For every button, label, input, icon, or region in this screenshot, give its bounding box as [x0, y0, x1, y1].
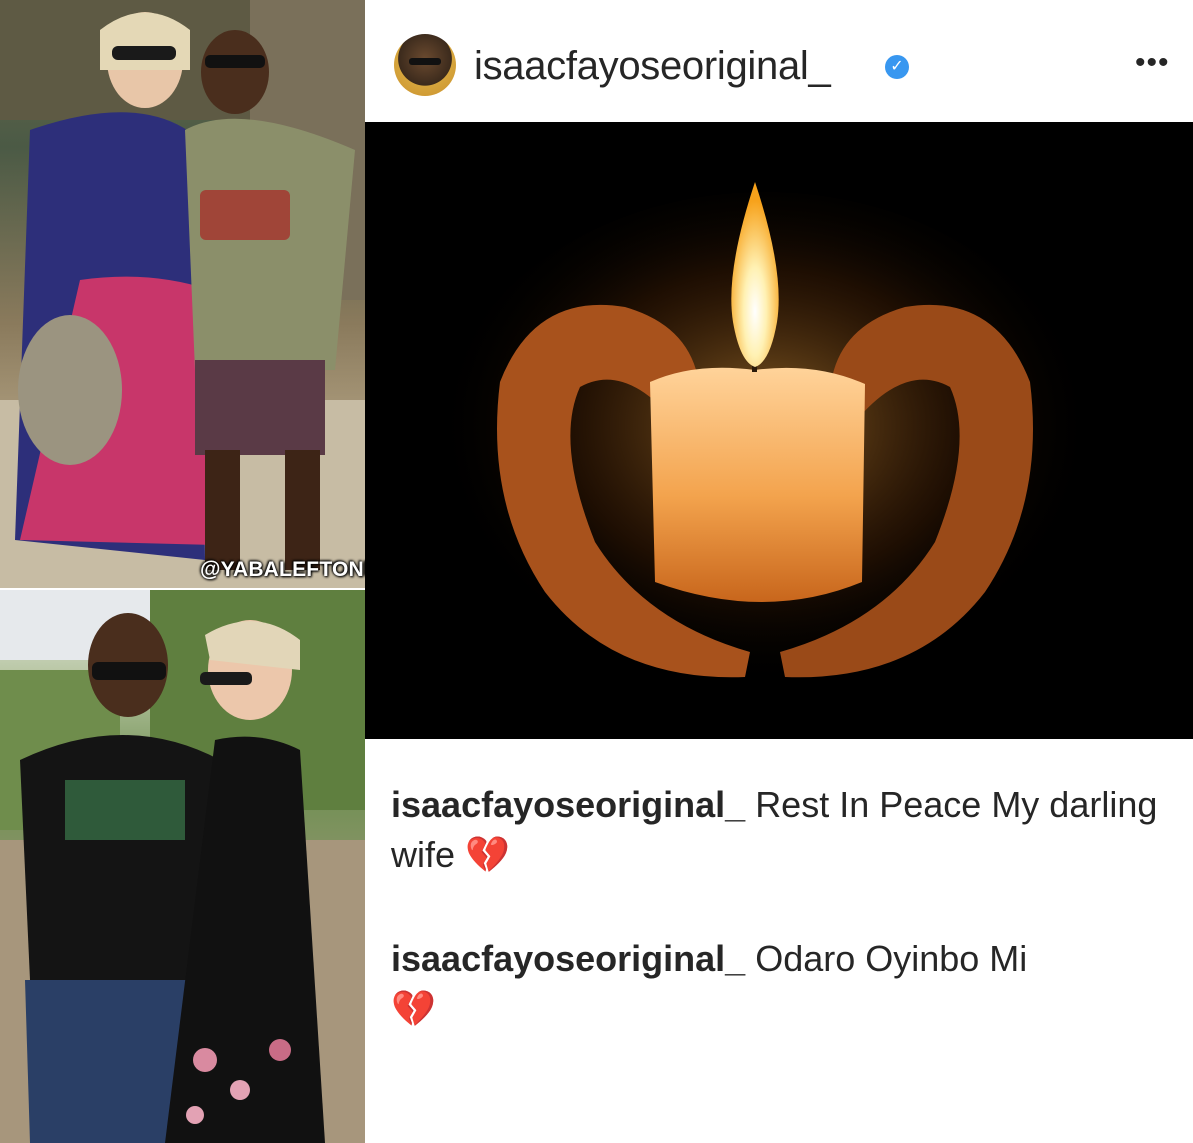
couple-photo-bottom: [0, 590, 365, 1143]
caption-comment: isaacfayoseoriginal_ Rest In Peace My dar…: [391, 780, 1171, 880]
profile-avatar[interactable]: [394, 34, 456, 96]
more-options-icon[interactable]: •••: [1135, 46, 1170, 80]
couple-photo-top: [0, 0, 365, 588]
post-media-candle-image[interactable]: [365, 122, 1193, 739]
post-username[interactable]: isaacfayoseoriginal_: [474, 44, 831, 89]
caption-comment: isaacfayoseoriginal_ Odaro Oyinbo Mi 💔: [391, 934, 1171, 1034]
avatar-glasses: [409, 58, 441, 65]
comment-username[interactable]: isaacfayoseoriginal_: [391, 938, 745, 979]
comment-text: Odaro Oyinbo Mi: [755, 938, 1028, 979]
verified-check-icon: ✓: [885, 55, 909, 79]
broken-heart-icon: 💔: [391, 988, 436, 1029]
comment-username[interactable]: isaacfayoseoriginal_: [391, 784, 745, 825]
broken-heart-icon: 💔: [465, 834, 510, 875]
